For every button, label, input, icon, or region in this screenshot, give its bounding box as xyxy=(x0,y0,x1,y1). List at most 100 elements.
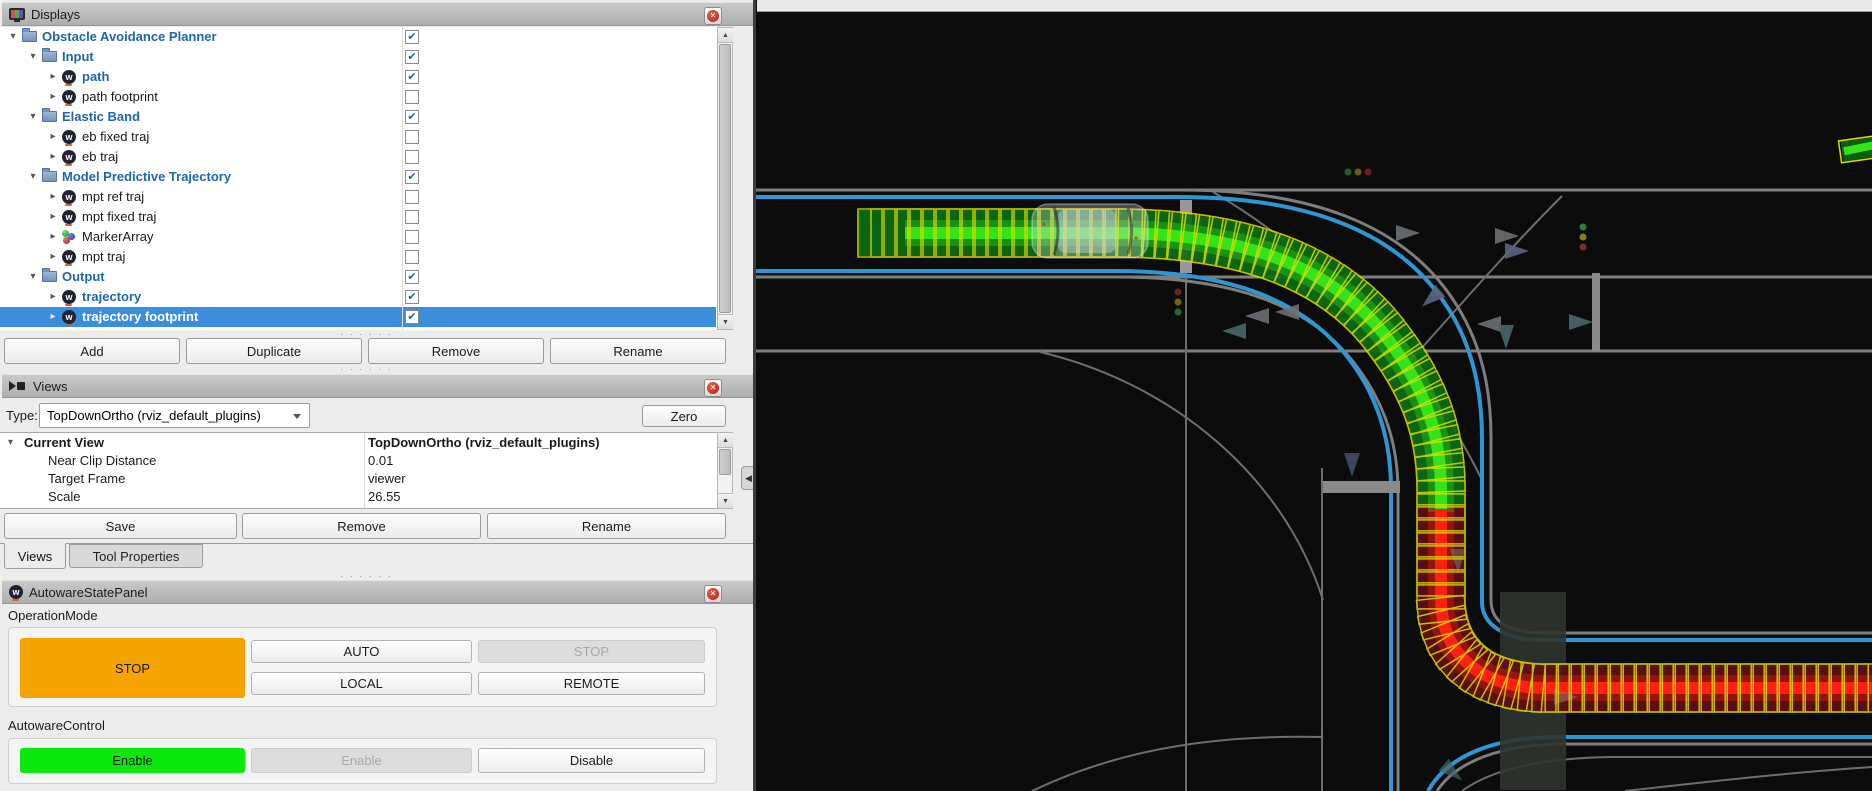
tree-row-mpt-fixed-traj[interactable]: ▸wmpt fixed traj xyxy=(0,207,716,227)
enabled-checkbox[interactable] xyxy=(405,250,419,264)
views-close-button[interactable]: ✕ xyxy=(704,379,722,397)
expander-open-icon[interactable]: ▾ xyxy=(8,437,13,448)
enabled-checkbox[interactable]: ✔ xyxy=(405,110,419,124)
displays-tree[interactable]: ▾Obstacle Avoidance Planner✔▾Input✔▸wpat… xyxy=(0,27,733,330)
view-type-dropdown[interactable]: TopDownOrtho (rviz_default_plugins) xyxy=(39,403,310,428)
autoware-display-icon: w xyxy=(62,190,76,204)
enable-green-button[interactable]: Enable xyxy=(20,748,245,773)
displays-tree-scrollbar[interactable]: ▲ ▼ xyxy=(717,27,733,330)
property-row-target-frame[interactable]: Target Frameviewer xyxy=(0,470,716,488)
panel-viewport-divider[interactable] xyxy=(753,0,756,791)
scene-canvas[interactable] xyxy=(755,12,1872,791)
enabled-checkbox[interactable] xyxy=(405,190,419,204)
enabled-checkbox[interactable] xyxy=(405,230,419,244)
property-row-near-clip-distance[interactable]: Near Clip Distance0.01 xyxy=(0,452,716,470)
expander-open-icon[interactable]: ▾ xyxy=(28,51,38,62)
views-rename-button[interactable]: Rename xyxy=(487,513,726,539)
tab-views[interactable]: Views xyxy=(4,543,66,569)
scrollbar-up-arrow[interactable]: ▲ xyxy=(718,433,733,448)
zero-button[interactable]: Zero xyxy=(642,405,726,427)
splitter-handle[interactable]: · · · · · · xyxy=(0,366,733,374)
views-remove-button[interactable]: Remove xyxy=(242,513,481,539)
displays-panel-title: Displays xyxy=(31,7,80,22)
expander-open-icon[interactable]: ▾ xyxy=(28,171,38,182)
expander-closed-icon[interactable]: ▸ xyxy=(48,251,58,262)
displays-duplicate-button[interactable]: Duplicate xyxy=(186,338,362,364)
views-save-button[interactable]: Save xyxy=(4,513,237,539)
property-value[interactable]: viewer xyxy=(368,471,406,486)
expander-closed-icon[interactable]: ▸ xyxy=(48,131,58,142)
tree-row-Elastic-Band[interactable]: ▾Elastic Band✔ xyxy=(0,107,716,127)
scrollbar-down-arrow[interactable]: ▼ xyxy=(718,493,733,508)
displays-rename-button[interactable]: Rename xyxy=(550,338,726,364)
displays-close-button[interactable]: ✕ xyxy=(704,7,722,25)
local-normal-button[interactable]: LOCAL xyxy=(251,672,472,695)
remote-normal-button[interactable]: REMOTE xyxy=(478,672,705,695)
tree-row-Input[interactable]: ▾Input✔ xyxy=(0,47,716,67)
tree-row-eb-traj[interactable]: ▸web traj xyxy=(0,147,716,167)
property-value[interactable]: 26.55 xyxy=(368,489,401,504)
expander-open-icon[interactable]: ▾ xyxy=(8,31,18,42)
current-view-table[interactable]: ▾Current ViewTopDownOrtho (rviz_default_… xyxy=(0,432,733,509)
auto-normal-button[interactable]: AUTO xyxy=(251,640,472,663)
displays-add-button[interactable]: Add xyxy=(4,338,180,364)
disable-normal-button[interactable]: Disable xyxy=(478,748,705,773)
enabled-checkbox[interactable] xyxy=(405,210,419,224)
expander-closed-icon[interactable]: ▸ xyxy=(48,211,58,222)
property-value[interactable]: TopDownOrtho (rviz_default_plugins) xyxy=(368,435,600,450)
expander-open-icon[interactable]: ▾ xyxy=(28,271,38,282)
enabled-checkbox[interactable]: ✔ xyxy=(405,50,419,64)
expander-closed-icon[interactable]: ▸ xyxy=(48,231,58,242)
views-panel-title: Views xyxy=(33,379,67,394)
scrollbar-thumb[interactable] xyxy=(719,449,731,475)
expander-closed-icon[interactable]: ▸ xyxy=(48,91,58,102)
tree-row-mpt-traj[interactable]: ▸wmpt traj xyxy=(0,247,716,267)
enabled-checkbox[interactable]: ✔ xyxy=(405,30,419,44)
folder-icon xyxy=(42,111,57,122)
render-viewport[interactable] xyxy=(755,0,1872,791)
enabled-checkbox[interactable]: ✔ xyxy=(405,290,419,304)
expander-closed-icon[interactable]: ▸ xyxy=(48,291,58,302)
property-value[interactable]: 0.01 xyxy=(368,453,393,468)
expander-closed-icon[interactable]: ▸ xyxy=(48,151,58,162)
tree-row-Model-Predictive-Trajectory[interactable]: ▾Model Predictive Trajectory✔ xyxy=(0,167,716,187)
tree-row-path[interactable]: ▸wpath✔ xyxy=(0,67,716,87)
tree-row-path-footprint[interactable]: ▸wpath footprint xyxy=(0,87,716,107)
expander-open-icon[interactable]: ▾ xyxy=(28,111,38,122)
operation-mode-label: OperationMode xyxy=(8,608,98,623)
enabled-checkbox[interactable]: ✔ xyxy=(405,270,419,284)
scrollbar-thumb[interactable] xyxy=(719,44,731,313)
enabled-checkbox[interactable] xyxy=(405,130,419,144)
expander-closed-icon[interactable]: ▸ xyxy=(48,71,58,82)
expander-closed-icon[interactable]: ▸ xyxy=(48,191,58,202)
stop-orange-button[interactable]: STOP xyxy=(20,638,245,698)
tree-item-label: path xyxy=(82,69,109,84)
tab-tool-properties[interactable]: Tool Properties xyxy=(69,544,203,568)
autoware-panel-titlebar[interactable]: w AutowareStatePanel ✕ xyxy=(2,580,753,604)
scrollbar-down-arrow[interactable]: ▼ xyxy=(718,314,733,329)
autoware-control-label: AutowareControl xyxy=(8,718,105,733)
autoware-close-button[interactable]: ✕ xyxy=(704,585,722,603)
tree-row-MarkerArray[interactable]: ▸MarkerArray xyxy=(0,227,716,247)
autoware-display-icon: w xyxy=(62,250,76,264)
enabled-checkbox[interactable]: ✔ xyxy=(405,310,419,324)
scrollbar-up-arrow[interactable]: ▲ xyxy=(718,28,733,43)
tree-row-trajectory[interactable]: ▸wtrajectory✔ xyxy=(0,287,716,307)
displays-remove-button[interactable]: Remove xyxy=(368,338,544,364)
property-row-current-view[interactable]: ▾Current ViewTopDownOrtho (rviz_default_… xyxy=(0,434,716,452)
expander-closed-icon[interactable]: ▸ xyxy=(48,311,58,322)
tree-row-eb-fixed-traj[interactable]: ▸web fixed traj xyxy=(0,127,716,147)
enabled-checkbox[interactable] xyxy=(405,90,419,104)
views-panel-titlebar[interactable]: Views ✕ xyxy=(2,374,753,398)
folder-icon xyxy=(42,171,57,182)
view-table-scrollbar[interactable]: ▲ ▼ xyxy=(717,432,733,509)
enabled-checkbox[interactable]: ✔ xyxy=(405,70,419,84)
tree-row-trajectory-footprint[interactable]: ▸wtrajectory footprint✔ xyxy=(0,307,716,327)
tree-row-Obstacle-Avoidance-Planner[interactable]: ▾Obstacle Avoidance Planner✔ xyxy=(0,27,716,47)
property-row-scale[interactable]: Scale26.55 xyxy=(0,488,716,506)
displays-panel-titlebar[interactable]: Displays ✕ xyxy=(2,2,753,26)
tree-row-mpt-ref-traj[interactable]: ▸wmpt ref traj xyxy=(0,187,716,207)
enabled-checkbox[interactable]: ✔ xyxy=(405,170,419,184)
tree-row-Output[interactable]: ▾Output✔ xyxy=(0,267,716,287)
enabled-checkbox[interactable] xyxy=(405,150,419,164)
